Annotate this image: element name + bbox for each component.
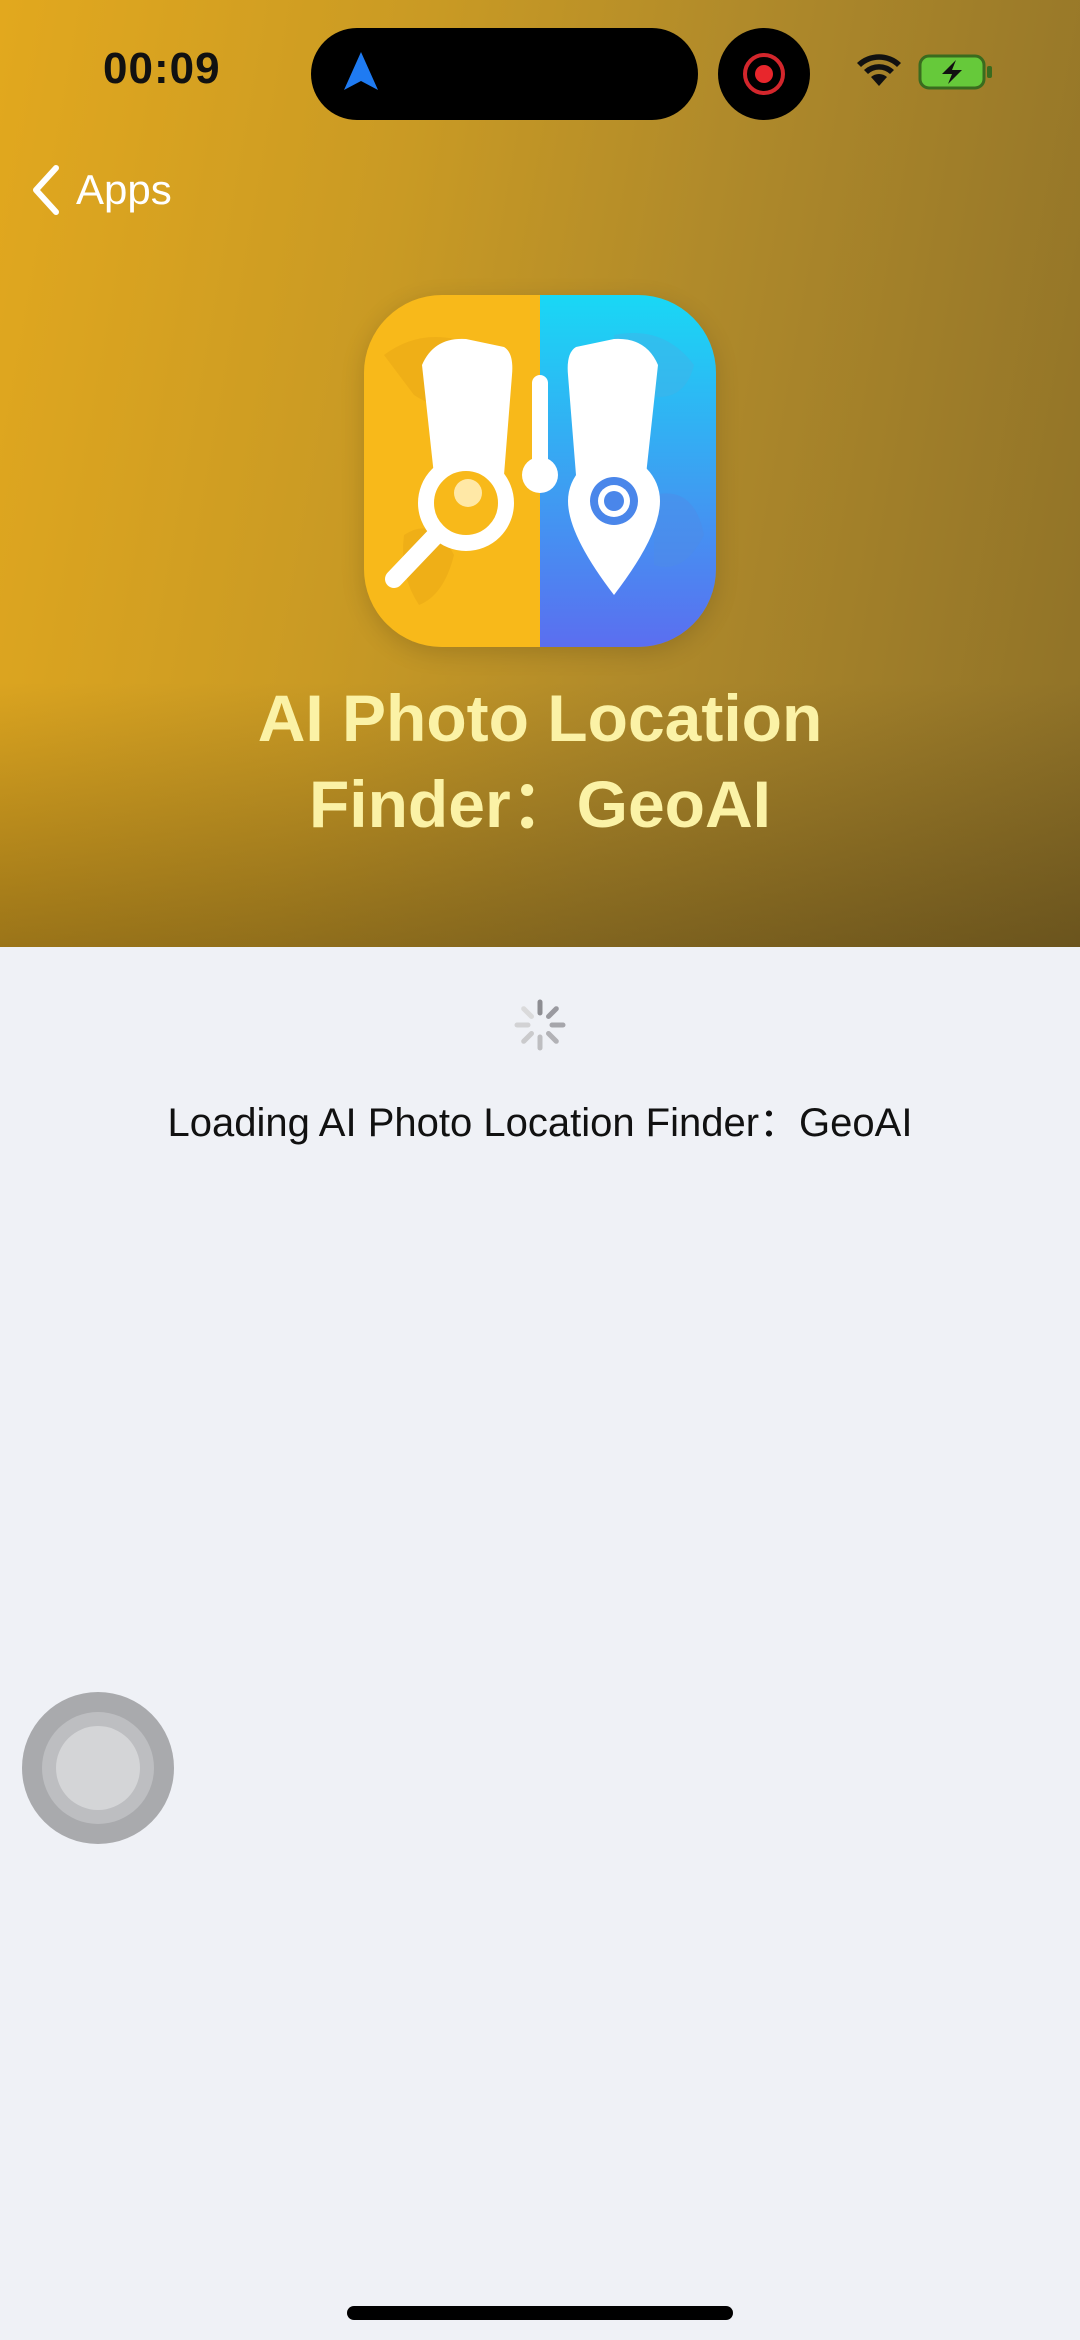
dynamic-island (311, 28, 698, 120)
loading-spinner-icon (514, 999, 566, 1051)
status-time: 00:09 (103, 44, 221, 93)
assistive-touch-button[interactable] (22, 1692, 174, 1844)
app-title: AI Photo Location Finder：GeoAI (140, 675, 940, 847)
app-title-line-2: Finder：GeoAI (308, 767, 772, 841)
app-title-line-1: AI Photo Location (257, 681, 823, 755)
loading-message: Loading AI Photo Location Finder：GeoAI (167, 1101, 913, 1145)
wifi-icon (857, 54, 901, 86)
home-indicator[interactable] (347, 2306, 733, 2320)
back-label: Apps (76, 166, 172, 213)
screen-record-icon (718, 28, 810, 120)
back-button[interactable]: Apps (30, 160, 172, 220)
chevron-left-icon (33, 165, 59, 215)
app-hero-header: 00:09 Apps AI Photo Location Finder：GeoA… (0, 0, 1080, 947)
location-arrow-icon (344, 52, 378, 90)
battery-charging-icon (918, 54, 992, 90)
binoculars-app-icon (364, 295, 716, 647)
